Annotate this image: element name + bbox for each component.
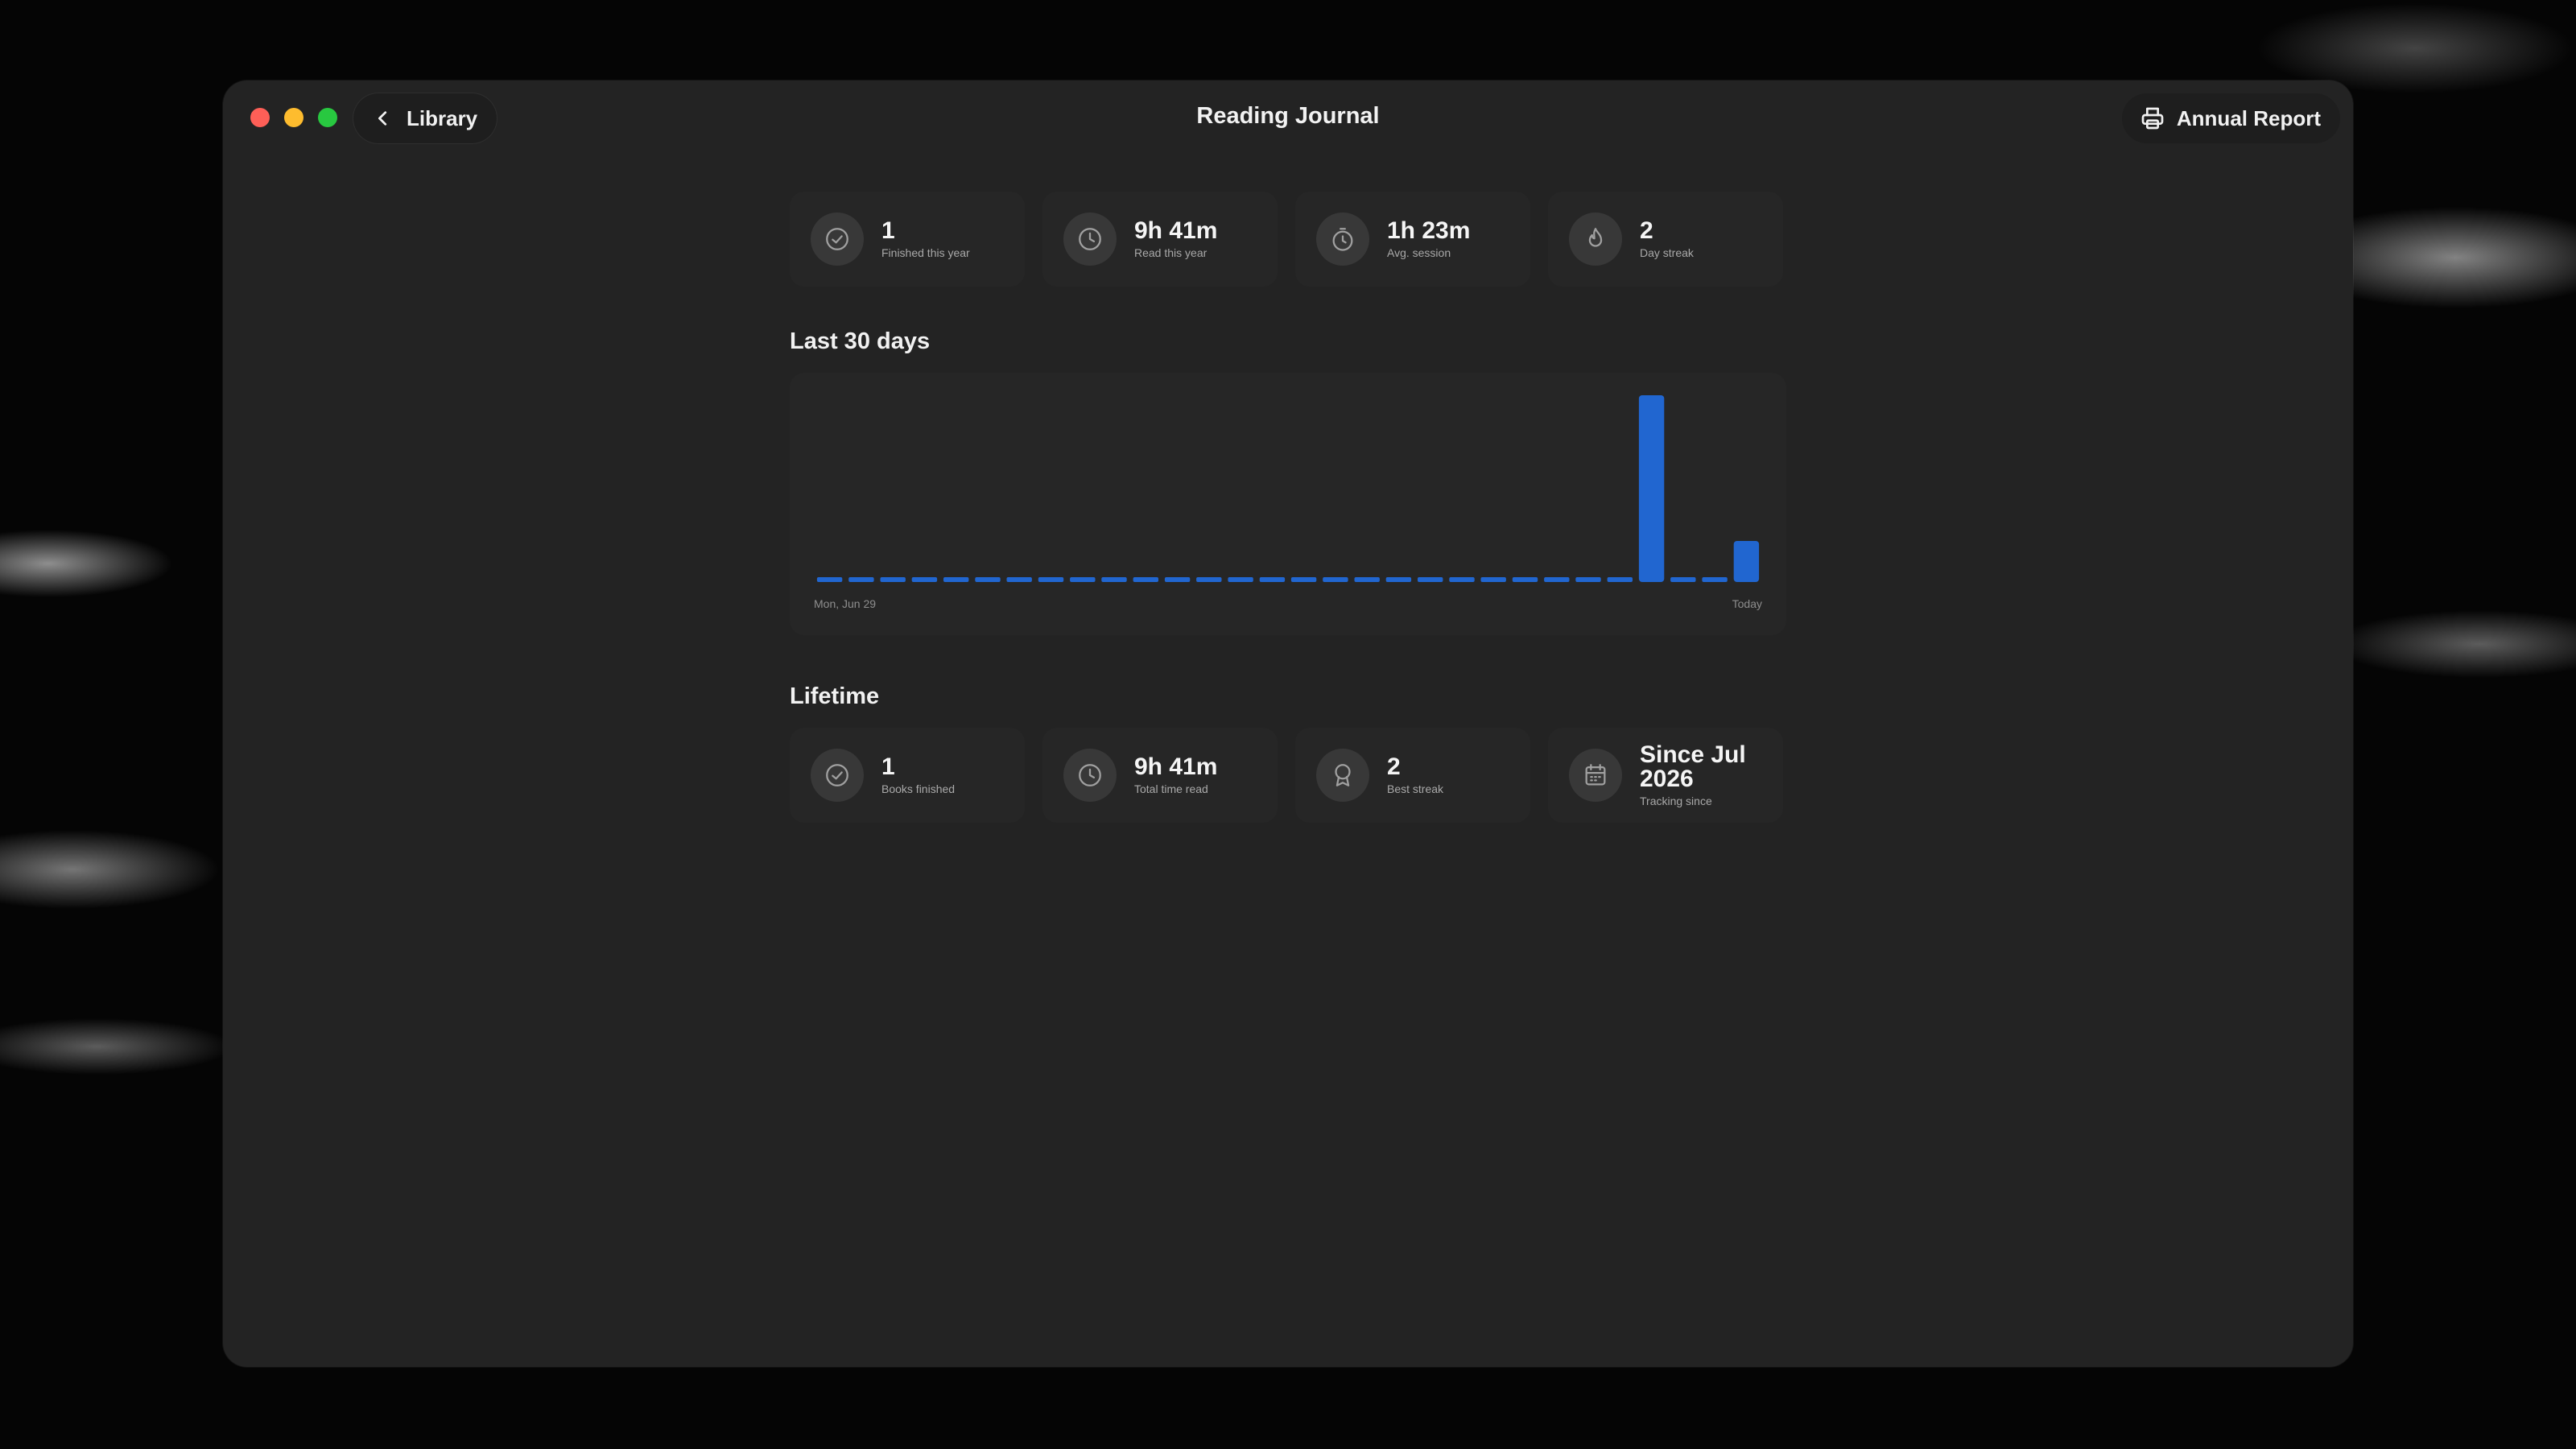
stat-card-best-streak: 2 Best streak	[1295, 728, 1530, 823]
reading-activity-chart: Mon, Jun 29 Today	[790, 373, 1786, 635]
chart-bar-day-24	[1544, 577, 1570, 582]
chart-bar-day-1	[816, 577, 843, 582]
journal-content: 1 Finished this year 9h 41m Read this ye…	[790, 192, 1786, 823]
chart-bar-day-27	[1638, 395, 1665, 582]
stat-card-total-time: 9h 41m Total time read	[1042, 728, 1278, 823]
stat-card-tracking-since: Since Jul 2026 Tracking since	[1548, 728, 1783, 823]
chart-bar-day-12	[1164, 577, 1191, 582]
stopwatch-icon	[1332, 228, 1353, 251]
chart-bar-day-4	[911, 577, 938, 582]
calendar-icon	[1585, 764, 1606, 786]
chart-bar-day-14	[1228, 577, 1253, 582]
chart-bar-day-20	[1418, 577, 1443, 582]
app-window: Library Reading Journal Annual Report 1 …	[223, 80, 2353, 1367]
stat-label: Total time read	[1134, 782, 1208, 795]
stat-value: Since Jul 2026	[1640, 741, 1746, 792]
bar-chart: Mon, Jun 29 Today	[814, 395, 1762, 610]
stat-card-finished: 1 Finished this year	[790, 192, 1025, 287]
check-circle-icon	[826, 228, 848, 250]
chart-bar-day-29	[1702, 577, 1728, 582]
chart-bar-day-19	[1385, 577, 1412, 582]
check-circle-icon	[826, 764, 848, 786]
chart-bar-day-7	[1006, 577, 1032, 582]
chart-bar-day-30	[1733, 541, 1760, 582]
last-30-days-heading: Last 30 days	[790, 328, 931, 354]
chart-bar-day-26	[1607, 577, 1633, 582]
chart-bar-day-25	[1575, 577, 1601, 582]
lifetime-stats-row: 1 Books finished 9h 41m Total time read	[790, 728, 1786, 823]
stat-label: Avg. session	[1387, 246, 1451, 259]
chart-bar-day-5	[943, 577, 969, 582]
chart-start-label: Mon, Jun 29	[814, 597, 876, 610]
annual-report-label: Annual Report	[2176, 105, 2321, 130]
stat-card-day-streak: 2 Day streak	[1548, 192, 1783, 287]
chart-bar-day-11	[1133, 577, 1158, 582]
stat-value: 1h 23m	[1387, 217, 1471, 244]
chart-bar-day-18	[1354, 577, 1380, 582]
clock-icon	[1079, 228, 1101, 250]
chart-bar-day-2	[848, 577, 874, 582]
chart-bar-day-23	[1512, 577, 1538, 582]
chart-bar-day-16	[1290, 577, 1317, 582]
clock-icon	[1079, 764, 1101, 786]
window-title: Reading Journal	[1196, 103, 1380, 129]
stat-card-books-finished: 1 Books finished	[790, 728, 1025, 823]
chart-bar-day-13	[1196, 577, 1222, 582]
chart-bar-day-17	[1323, 577, 1348, 582]
chart-end-label: Today	[1732, 597, 1762, 610]
flame-icon	[1588, 228, 1603, 247]
year-stats-row: 1 Finished this year 9h 41m Read this ye…	[790, 192, 1786, 287]
chart-bar-day-21	[1449, 577, 1475, 582]
stat-label: Read this year	[1134, 246, 1208, 259]
stat-label: Finished this year	[881, 246, 970, 259]
stat-label: Day streak	[1640, 246, 1694, 259]
stat-label: Best streak	[1387, 782, 1444, 795]
lifetime-heading: Lifetime	[790, 683, 880, 709]
stat-value: 2	[1387, 753, 1401, 780]
stat-card-avg-session: 1h 23m Avg. session	[1295, 192, 1530, 287]
chart-bar-day-10	[1101, 577, 1127, 582]
award-icon	[1335, 764, 1351, 786]
chart-bar-day-28	[1670, 577, 1696, 582]
stat-card-read-time: 9h 41m Read this year	[1042, 192, 1278, 287]
chart-bar-day-22	[1480, 577, 1506, 582]
stat-value: 9h 41m	[1134, 753, 1218, 780]
printer-icon	[2141, 107, 2164, 130]
chart-bar-day-6	[975, 577, 1001, 582]
stat-value: 1	[881, 753, 895, 780]
chart-bar-day-9	[1070, 577, 1096, 582]
stat-value: 9h 41m	[1134, 217, 1218, 244]
chart-bar-day-8	[1038, 577, 1064, 582]
stat-value: 1	[881, 217, 895, 244]
stat-value: 2	[1640, 217, 1653, 244]
stat-label: Tracking since	[1640, 795, 1712, 807]
annual-report-button[interactable]: Annual Report	[2121, 93, 2340, 143]
stat-label: Books finished	[881, 782, 956, 795]
chart-bar-day-3	[880, 577, 906, 582]
chart-bar-day-15	[1259, 577, 1286, 582]
